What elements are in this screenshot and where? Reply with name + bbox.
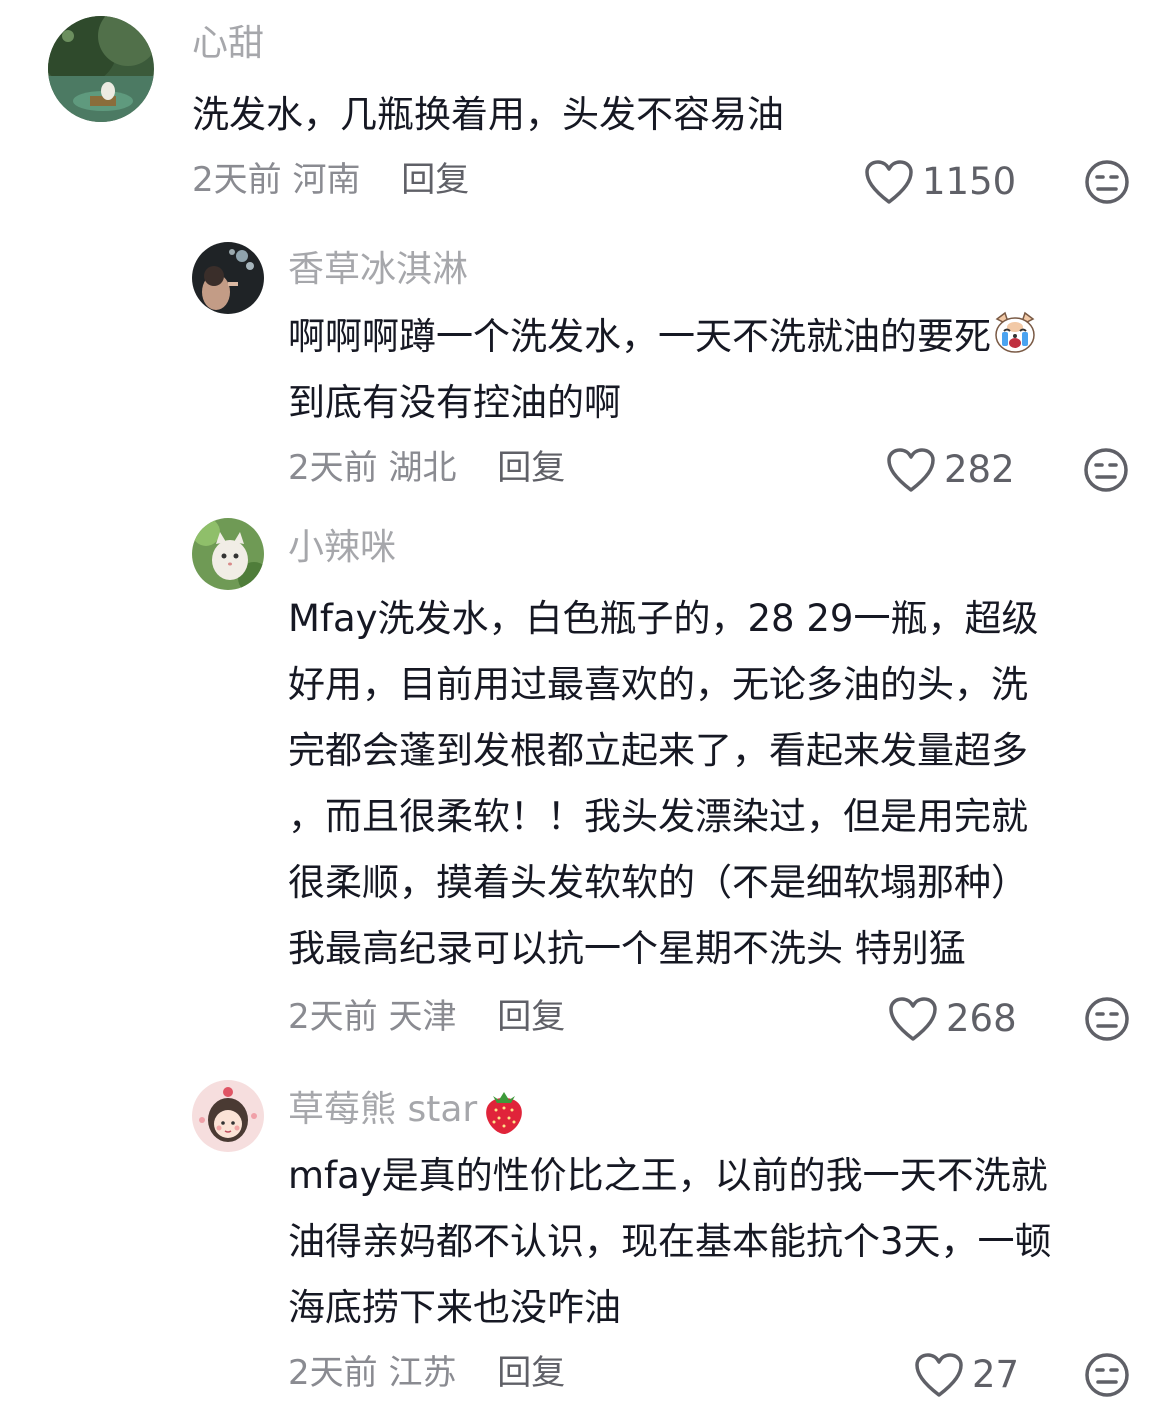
reply-button[interactable]: 回复: [497, 1353, 565, 1393]
comment-text: 啊啊啊蹲一个洗发水，一天不洗就油的要死 到底有没有控油的啊: [288, 304, 1039, 436]
comment-meta: 2天前 天津 回复: [288, 995, 565, 1039]
heart-outline-icon: [915, 1353, 963, 1397]
like-button[interactable]: 27: [914, 1350, 1019, 1400]
like-button[interactable]: 1150: [864, 157, 1016, 207]
reply-button[interactable]: 回复: [497, 997, 565, 1037]
username[interactable]: 心甜: [192, 22, 264, 66]
meh-face-icon[interactable]: [1083, 158, 1131, 206]
timestamp: 2天前: [288, 997, 378, 1037]
comment-text-line: 好用，目前用过最喜欢的，无论多油的头，洗: [288, 663, 1028, 706]
location: 湖北: [388, 448, 457, 488]
comment-text-line: 洗发水，几瓶换着用，头发不容易油: [192, 93, 784, 136]
username-text: 草莓熊 star: [288, 1089, 478, 1130]
comment-text: mfay是真的性价比之王，以前的我一天不洗就 油得亲妈都不认识，现在基本能抗个3…: [288, 1143, 1052, 1341]
reply-button[interactable]: 回复: [401, 160, 469, 200]
crying-dog-emoji: [995, 311, 1035, 353]
location: 天津: [388, 997, 457, 1037]
comment-text-line: ，而且很柔软！！我头发漂染过，但是用完就: [288, 795, 1028, 838]
avatar[interactable]: [192, 242, 264, 314]
meh-face-icon[interactable]: [1083, 1351, 1131, 1399]
comment-meta: 2天前 河南 回复: [192, 158, 469, 202]
timestamp: 2天前: [288, 1353, 378, 1393]
comment-text: Mfay洗发水，白色瓶子的，28 29一瓶，超级 好用，目前用过最喜欢的，无论多…: [288, 586, 1038, 982]
location: 河南: [292, 160, 361, 200]
timestamp: 2天前: [288, 448, 378, 488]
timestamp: 2天前: [192, 160, 282, 200]
username[interactable]: 小辣咪: [288, 526, 396, 570]
comment-text-segment: 啊啊啊蹲一个洗发水，一天不洗就油的要死: [288, 315, 991, 358]
avatar[interactable]: [192, 518, 264, 590]
username[interactable]: 草莓熊 star: [288, 1086, 527, 1136]
comment-text-line: 啊啊啊蹲一个洗发水，一天不洗就油的要死: [288, 304, 1039, 370]
avatar[interactable]: [192, 1080, 264, 1152]
reply-button[interactable]: 回复: [497, 448, 565, 488]
comment-text-line: 油得亲妈都不认识，现在基本能抗个3天，一顿: [288, 1220, 1052, 1263]
like-count: 268: [946, 997, 1017, 1040]
comment-text-line: 我最高纪录可以抗一个星期不洗头 特别猛: [288, 927, 966, 970]
comment-text-line: mfay是真的性价比之王，以前的我一天不洗就: [288, 1154, 1048, 1197]
like-button[interactable]: 282: [886, 445, 1015, 495]
location: 江苏: [388, 1353, 457, 1393]
comment-text-line: Mfay洗发水，白色瓶子的，28 29一瓶，超级: [288, 597, 1039, 640]
comment-text-line: 到底有没有控油的啊: [288, 381, 621, 424]
comment-meta: 2天前 江苏 回复: [288, 1351, 565, 1395]
like-count: 27: [972, 1353, 1020, 1396]
strawberry-emoji: [486, 1092, 523, 1134]
comment-text: 洗发水，几瓶换着用，头发不容易油: [192, 82, 784, 148]
comment-text-line: 很柔顺，摸着头发软软的（不是细软塌那种）: [288, 861, 1028, 904]
comment-text-line: 海底捞下来也没咋油: [288, 1286, 621, 1329]
heart-outline-icon: [889, 997, 937, 1041]
heart-outline-icon: [865, 160, 913, 204]
heart-outline-icon: [887, 448, 935, 492]
comment-text-line: 完都会蓬到发根都立起来了，看起来发量超多: [288, 729, 1028, 772]
meh-face-icon[interactable]: [1082, 446, 1130, 494]
like-count: 282: [944, 448, 1015, 491]
meh-face-icon[interactable]: [1083, 995, 1131, 1043]
like-button[interactable]: 268: [888, 994, 1017, 1044]
username[interactable]: 香草冰淇淋: [288, 248, 468, 292]
like-count: 1150: [922, 160, 1017, 203]
avatar[interactable]: [48, 16, 154, 122]
comment-meta: 2天前 湖北 回复: [288, 446, 565, 490]
